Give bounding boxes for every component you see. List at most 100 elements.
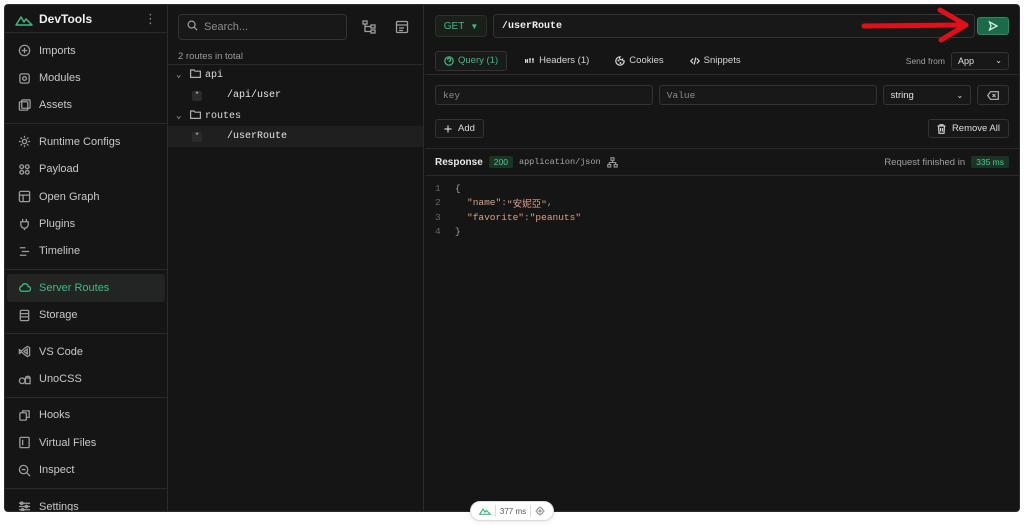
request-tabs: Query (1) Headers (1) Cookies Snippets Send…	[425, 47, 1019, 75]
line-number: 2	[435, 197, 441, 209]
tree-folder-routes[interactable]: ⌄ routes	[168, 106, 423, 126]
http-icon	[525, 56, 535, 66]
send-from-select[interactable]: App ⌄	[951, 51, 1009, 70]
storage-icon	[17, 308, 31, 322]
modules-icon	[17, 71, 31, 85]
send-from: Send from App ⌄	[905, 51, 1009, 70]
search-icon	[187, 18, 198, 36]
remove-all-button[interactable]: Remove All	[927, 119, 1009, 138]
sidebar-item-inspect[interactable]: Inspect	[7, 456, 165, 483]
app-title: DevTools	[39, 11, 93, 26]
route-item[interactable]: * /userRoute	[168, 126, 423, 147]
sidebar-item-storage[interactable]: Storage	[7, 302, 165, 329]
timeline-icon	[17, 244, 31, 258]
json-key: "favorite"	[467, 211, 525, 223]
sidebar-group: Server Routes Storage	[5, 270, 167, 334]
plug-icon	[17, 217, 31, 231]
search-box[interactable]	[178, 14, 347, 40]
pill-divider	[494, 505, 496, 517]
pill-divider	[530, 505, 532, 517]
method-label: GET	[443, 20, 465, 32]
param-type-select[interactable]: string ⌄	[882, 85, 972, 105]
chevron-down-icon: ⌄	[176, 111, 182, 121]
nuxt-logo-icon	[479, 507, 491, 515]
sidebar-item-label: Imports	[39, 44, 76, 57]
line-number: 3	[435, 211, 441, 223]
chevron-down-icon: ▼	[470, 21, 479, 31]
sidebar-item-label: Storage	[39, 309, 78, 322]
sidebar-nav: Imports Modules Assets Runtime Configs Paylo…	[5, 33, 167, 511]
tree-view-icon[interactable]	[359, 16, 380, 38]
sidebar-item-settings[interactable]: Settings	[7, 493, 165, 511]
param-actions: Add Remove All	[425, 113, 1019, 149]
sidebar-item-payload[interactable]: Payload	[7, 156, 165, 183]
sidebar-item-hooks[interactable]: Hooks	[7, 402, 165, 429]
sidebar-item-vs-code[interactable]: VS Code	[7, 338, 165, 365]
tab-query[interactable]: Query (1)	[435, 50, 508, 71]
param-type-value: string	[890, 89, 914, 101]
sidebar-item-unocss[interactable]: UnoCSS	[7, 365, 165, 392]
more-menu-icon[interactable]: ⋮	[144, 12, 157, 25]
list-view-icon[interactable]	[392, 16, 413, 38]
settings-icon	[17, 500, 31, 511]
code-icon	[689, 56, 700, 66]
send-icon	[988, 21, 998, 31]
code-line: 2 "name": "安妮亞",	[435, 197, 553, 210]
vscode-icon	[17, 345, 31, 359]
cookie-icon	[615, 55, 626, 66]
sidebar-item-label: Timeline	[39, 245, 81, 258]
chevron-down-icon: ⌄	[176, 70, 182, 80]
send-from-label: Send from	[905, 55, 945, 66]
virtual-files-icon	[17, 436, 31, 450]
chevron-down-icon: ⌄	[956, 90, 964, 100]
query-param-row: string ⌄	[425, 81, 1019, 109]
hierarchy-icon[interactable]	[606, 156, 618, 168]
sidebar-item-imports[interactable]: Imports	[7, 37, 165, 64]
method-select[interactable]: GET ▼	[435, 15, 487, 37]
url-field[interactable]	[493, 14, 975, 38]
param-key-input[interactable]	[435, 85, 653, 105]
inspect-icon	[17, 463, 31, 477]
url-input[interactable]	[502, 20, 966, 32]
sidebar-item-timeline[interactable]: Timeline	[7, 238, 165, 265]
send-from-value: App	[958, 55, 975, 66]
sidebar-item-server-routes[interactable]: Server Routes	[7, 274, 165, 302]
tab-headers[interactable]: Headers (1)	[517, 51, 597, 71]
json-value: "peanuts"	[529, 211, 582, 223]
send-button[interactable]	[977, 17, 1009, 35]
backspace-icon	[987, 90, 999, 100]
folder-icon	[190, 109, 201, 123]
sidebar-item-label: Virtual Files	[39, 436, 97, 449]
sidebar-item-plugins[interactable]: Plugins	[7, 210, 165, 237]
response-label: Response	[435, 156, 483, 168]
payload-icon	[17, 162, 31, 176]
tree-folder-api[interactable]: ⌄ api	[168, 65, 423, 85]
hooks-icon	[17, 408, 31, 422]
param-value-input[interactable]	[658, 85, 877, 105]
tab-cookies[interactable]: Cookies	[607, 51, 671, 71]
tab-label: Query (1)	[458, 55, 499, 66]
route-item[interactable]: * /api/user	[168, 85, 423, 106]
tab-label: Headers (1)	[539, 55, 590, 66]
duration-badge: 335 ms	[971, 156, 1009, 168]
code-line: 3 "favorite": "peanuts"	[435, 211, 582, 223]
finished-label: Request finished in	[884, 156, 966, 168]
sidebar-item-runtime-configs[interactable]: Runtime Configs	[7, 128, 165, 155]
inspect-target-icon[interactable]	[535, 506, 545, 516]
sidebar-item-assets[interactable]: Assets	[7, 92, 165, 119]
status-badge: 200	[488, 156, 513, 168]
response-body: 1{2 "name": "安妮亞", 3 "favorite": "peanuts" 4…	[425, 176, 1019, 239]
response-header: Response 200 application/json Request fi…	[425, 149, 1019, 176]
sidebar-item-open-graph[interactable]: Open Graph	[7, 183, 165, 210]
routes-panel: 2 routes in total ⌄api*/api/user⌄routes*…	[168, 5, 424, 511]
brand: DevTools ⋮	[5, 5, 167, 33]
search-input[interactable]	[204, 21, 338, 33]
sidebar-item-virtual-files[interactable]: Virtual Files	[7, 429, 165, 456]
tab-snippets[interactable]: Snippets	[682, 51, 749, 71]
sidebar-item-label: Payload	[39, 163, 79, 176]
devtools-toggle-pill[interactable]: 377 ms	[470, 501, 554, 521]
clear-param-button[interactable]	[977, 85, 1009, 105]
sidebar-item-label: Assets	[39, 99, 73, 112]
sidebar-item-modules[interactable]: Modules	[7, 64, 165, 91]
add-param-button[interactable]: Add	[435, 119, 484, 138]
